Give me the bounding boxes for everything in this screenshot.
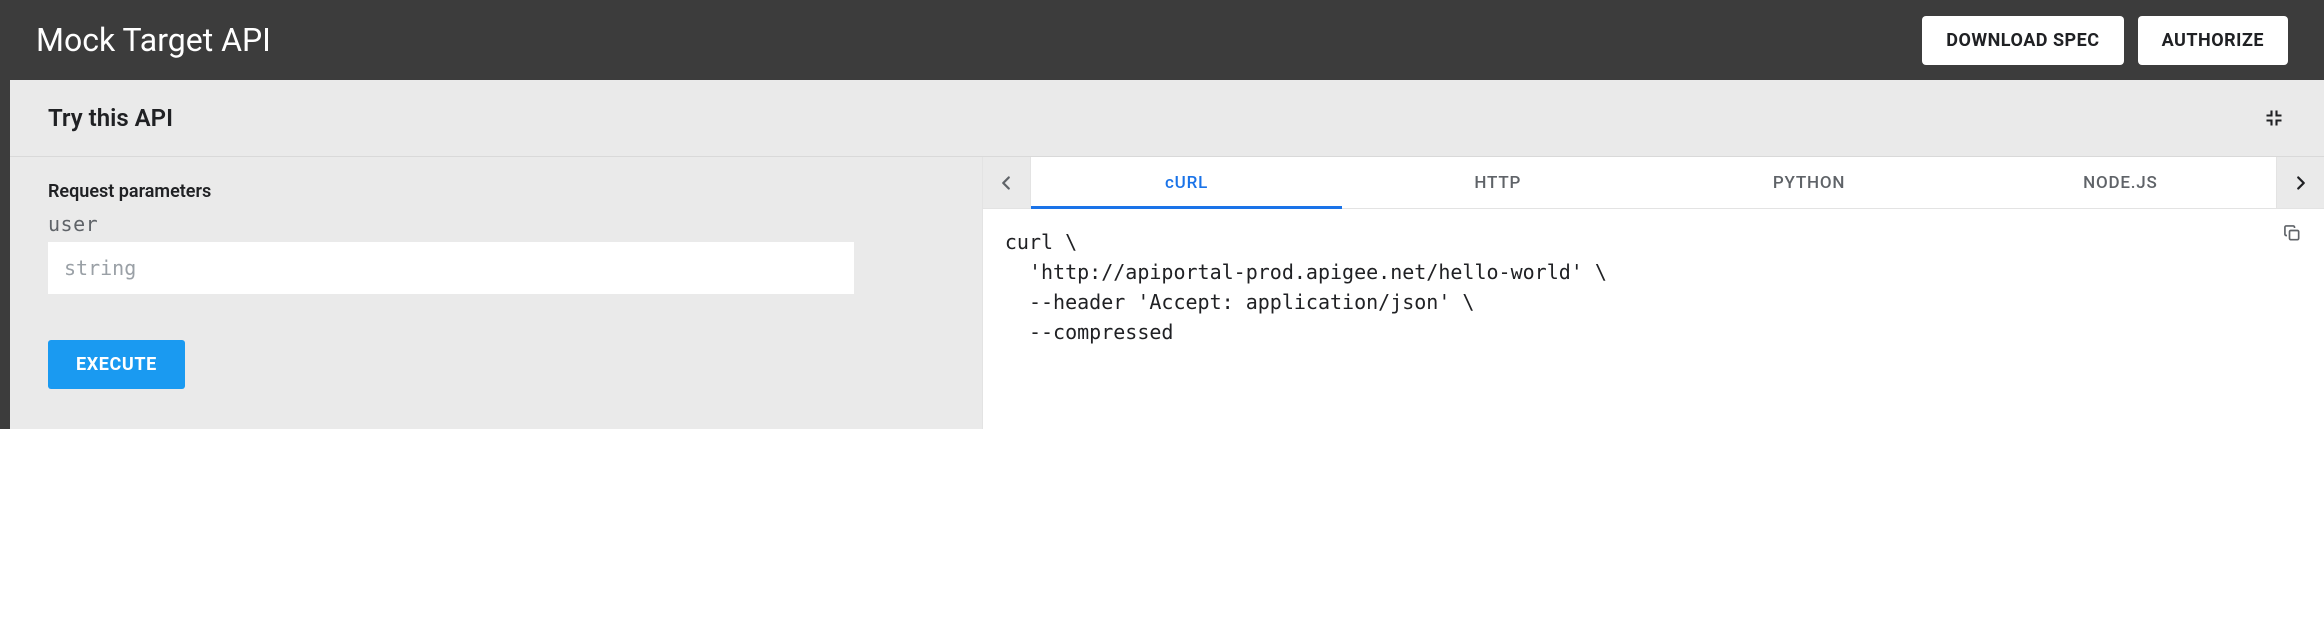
- try-api-title: Try this API: [48, 104, 173, 132]
- try-api-body: Request parameters user EXECUTE cURL HTT…: [10, 157, 2324, 429]
- code-tabs-row: cURL HTTP PYTHON NODE.JS: [983, 157, 2324, 209]
- request-parameters-heading: Request parameters: [48, 181, 944, 202]
- tab-http[interactable]: HTTP: [1342, 157, 1653, 208]
- code-sample-panel: cURL HTTP PYTHON NODE.JS: [982, 157, 2324, 429]
- request-parameters-panel: Request parameters user EXECUTE: [10, 157, 982, 429]
- page-title: Mock Target API: [36, 21, 271, 59]
- tab-curl[interactable]: cURL: [1031, 157, 1342, 208]
- tabs-scroll-right-button[interactable]: [2276, 157, 2324, 208]
- download-spec-button[interactable]: DOWNLOAD SPEC: [1922, 16, 2123, 65]
- code-snippet: curl \ 'http://apiportal-prod.apigee.net…: [1005, 227, 2302, 347]
- code-area: curl \ 'http://apiportal-prod.apigee.net…: [983, 209, 2324, 429]
- collapse-icon[interactable]: [2262, 106, 2286, 130]
- tab-python[interactable]: PYTHON: [1653, 157, 1964, 208]
- top-bar-actions: DOWNLOAD SPEC AUTHORIZE: [1922, 16, 2288, 65]
- param-name: user: [48, 212, 944, 236]
- page-frame: Try this API Request parameters user EXE…: [0, 80, 2324, 429]
- code-tabs: cURL HTTP PYTHON NODE.JS: [1031, 157, 2276, 208]
- execute-button[interactable]: EXECUTE: [48, 340, 185, 389]
- try-api-header: Try this API: [10, 80, 2324, 157]
- authorize-button[interactable]: AUTHORIZE: [2138, 16, 2288, 65]
- tabs-scroll-left-button[interactable]: [983, 157, 1031, 208]
- copy-icon[interactable]: [2282, 223, 2306, 247]
- tab-nodejs[interactable]: NODE.JS: [1965, 157, 2276, 208]
- param-input-user[interactable]: [48, 242, 854, 294]
- top-bar: Mock Target API DOWNLOAD SPEC AUTHORIZE: [0, 0, 2324, 80]
